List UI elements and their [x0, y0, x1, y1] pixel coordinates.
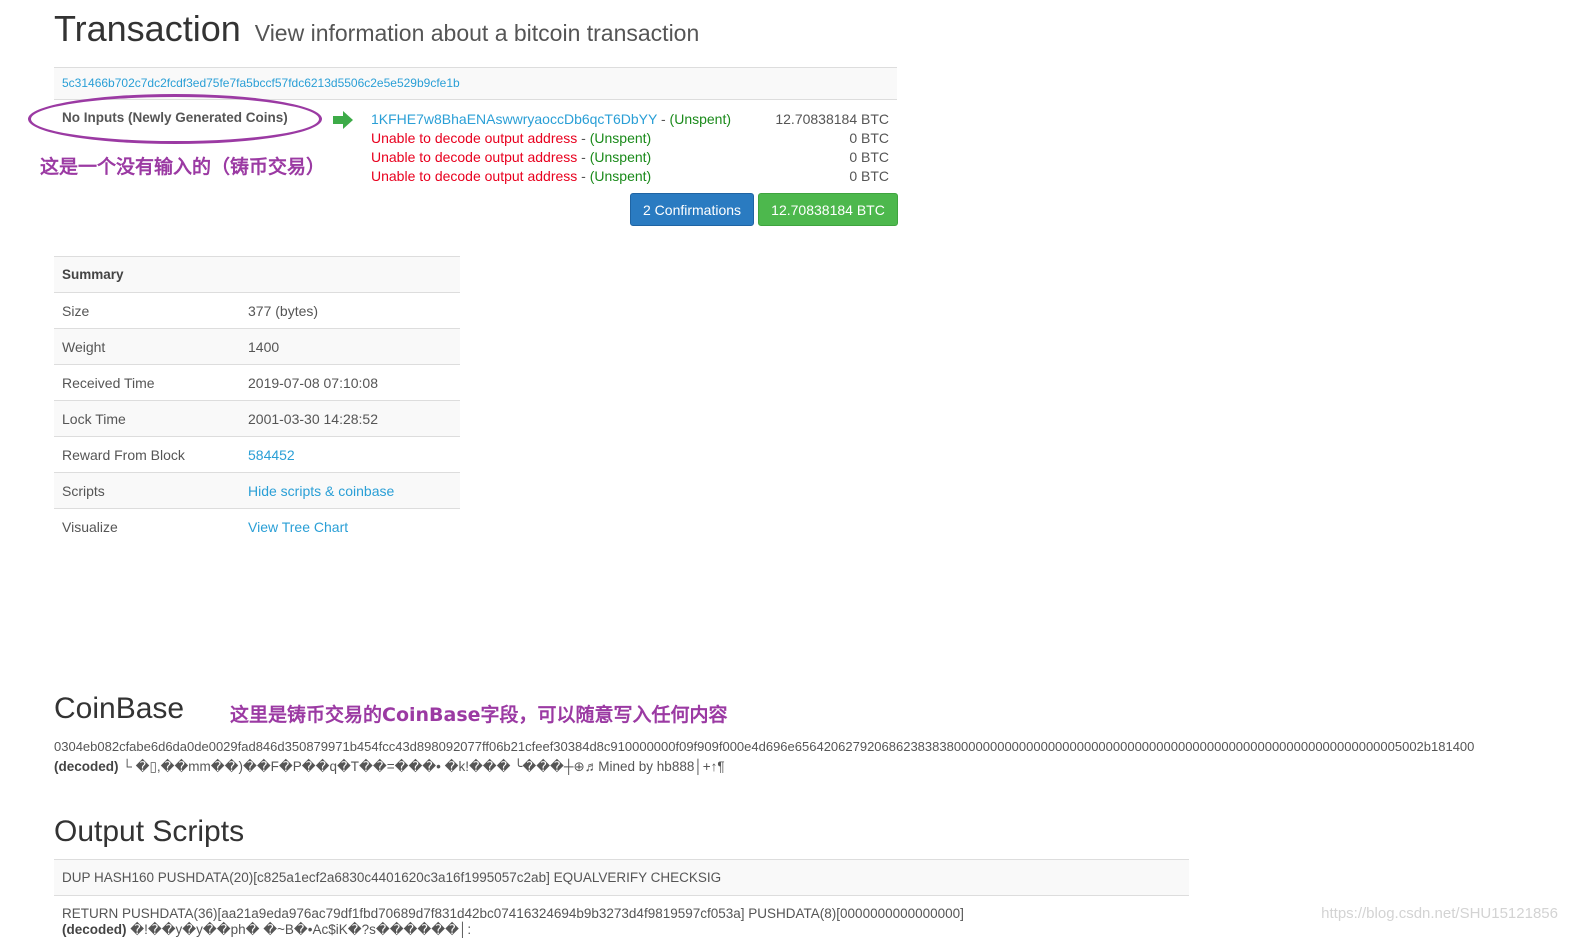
output-sep: - [577, 149, 590, 165]
confirmations-button[interactable]: 2 Confirmations [630, 193, 754, 226]
outputs-list: 1KFHE7w8BhaENAswwryaoccDb6qcT6DbYY - (Un… [371, 110, 889, 186]
summary-key: Reward From Block [54, 436, 240, 473]
output-amount: 0 BTC [849, 168, 889, 184]
output-sep: - [577, 168, 590, 184]
table-row: Visualize View Tree Chart [54, 508, 460, 544]
total-amount-button[interactable]: 12.70838184 BTC [758, 193, 898, 226]
output-sep: - [577, 130, 590, 146]
output-address-error: Unable to decode output address [371, 149, 578, 165]
summary-key: Received Time [54, 364, 240, 401]
summary-value: 2019-07-08 07:10:08 [240, 364, 460, 401]
summary-value: 1400 [240, 328, 460, 365]
coinbase-hex: 0304eb082cfabe6d6da0de0029fad846d3508799… [54, 739, 1475, 754]
summary-key: Scripts [54, 472, 240, 509]
output-status: (Unspent) [589, 130, 652, 146]
page-title-text: Transaction [54, 8, 241, 49]
watermark: https://blog.csdn.net/SHU15121856 [1321, 905, 1558, 922]
output-script-decoded: (decoded) �!��y�y��ph� �~B�•Ac$iK�?s����… [62, 922, 471, 938]
table-row: Reward From Block 584452 [54, 436, 460, 473]
table-row: Size 377 (bytes) [54, 292, 460, 329]
table-row: Scripts Hide scripts & coinbase [54, 472, 460, 509]
summary-key: Lock Time [54, 400, 240, 437]
output-sep: - [657, 111, 670, 127]
coinbase-decoded: (decoded) └ �▯,��mm��)��F�P��q�T��=���• … [54, 759, 725, 775]
coinbase-title: CoinBase [54, 692, 185, 725]
summary-key: Visualize [54, 508, 240, 544]
summary-table: Summary Size 377 (bytes) Weight 1400 Rec… [54, 256, 460, 544]
table-row: Lock Time 2001-03-30 14:28:52 [54, 400, 460, 437]
coinbase-decoded-text: └ �▯,��mm��)��F�P��q�T��=���• �k!��� ╰��… [122, 759, 725, 774]
decoded-label: (decoded) [62, 922, 127, 937]
output-amount: 0 BTC [849, 130, 889, 146]
summary-value: 377 (bytes) [240, 292, 460, 329]
summary-header-row: Summary [54, 256, 460, 293]
output-amount: 12.70838184 BTC [775, 111, 889, 127]
output-address-error: Unable to decode output address [371, 168, 578, 184]
output-row: Unable to decode output address - (Unspe… [371, 148, 889, 167]
table-row: Weight 1400 [54, 328, 460, 365]
output-status: (Unspent) [589, 168, 652, 184]
output-row: Unable to decode output address - (Unspe… [371, 129, 889, 148]
output-address-error: Unable to decode output address [371, 130, 578, 146]
output-amount: 0 BTC [849, 149, 889, 165]
output-address-link[interactable]: 1KFHE7w8BhaENAswwryaoccDb6qcT6DbYY [371, 111, 657, 127]
summary-title: Summary [54, 256, 460, 293]
page-subtitle: View information about a bitcoin transac… [254, 20, 700, 46]
tx-hash-link[interactable]: 5c31466b702c7dc2fcdf3ed75fe7fa5bccf57fdc… [62, 76, 460, 90]
table-row: Received Time 2019-07-08 07:10:08 [54, 364, 460, 401]
output-scripts-title: Output Scripts [54, 815, 245, 848]
summary-key: Size [54, 292, 240, 329]
right-arrow-icon [333, 111, 353, 129]
output-script-decoded-text: �!��y�y��ph� �~B�•Ac$iK�?s������│: [130, 922, 472, 937]
annotation-coinbase-note: 这里是铸币交易的CoinBase字段，可以随意写入任何内容 [230, 704, 728, 726]
output-status: (Unspent) [589, 149, 652, 165]
decoded-label: (decoded) [54, 759, 119, 774]
annotation-ellipse [28, 94, 322, 144]
summary-key: Weight [54, 328, 240, 365]
view-tree-chart-link[interactable]: View Tree Chart [248, 519, 348, 535]
output-script-row: DUP HASH160 PUSHDATA(20)[c825a1ecf2a6830… [54, 859, 1189, 895]
output-status: (Unspent) [669, 111, 732, 127]
summary-value: 2001-03-30 14:28:52 [240, 400, 460, 437]
reward-block-link[interactable]: 584452 [248, 447, 295, 463]
output-row: 1KFHE7w8BhaENAswwryaoccDb6qcT6DbYY - (Un… [371, 110, 889, 129]
output-row: Unable to decode output address - (Unspe… [371, 167, 889, 186]
hide-scripts-link[interactable]: Hide scripts & coinbase [248, 483, 394, 499]
page-title: Transaction View information about a bit… [54, 8, 699, 50]
annotation-inputs-note: 这是一个没有输入的（铸币交易） [40, 156, 326, 178]
